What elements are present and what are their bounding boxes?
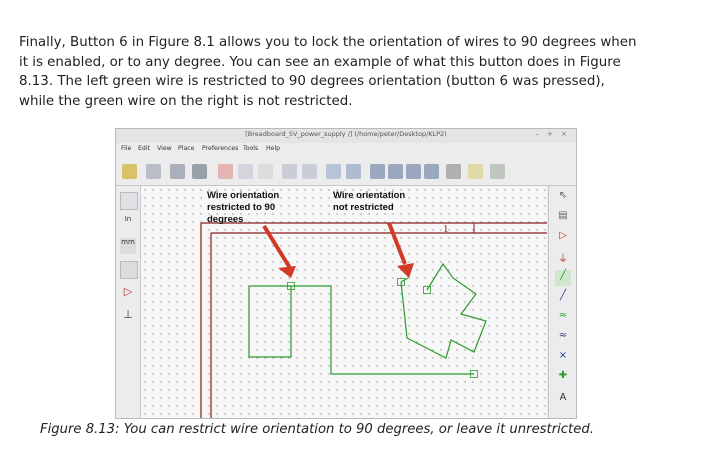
hidden-pins-icon[interactable]: ▷ (120, 284, 136, 300)
no-connect-glyph: × (558, 350, 568, 361)
right-arrow-head (397, 263, 414, 278)
right-toolbar: ⇖ ▤ ▷ ⏚ ╱ ╱ ≈ ≈ × ✚ A (548, 186, 576, 418)
find-icon[interactable] (326, 164, 341, 179)
main-toolbar (116, 160, 576, 186)
text-tool-glyph: A (559, 392, 567, 403)
right-annotation-line2: not restricted (333, 202, 394, 213)
redo-icon[interactable] (302, 164, 317, 179)
window-title: [Breadboard_5V_power_supply /] (/home/pe… (245, 130, 447, 138)
units-mm-button[interactable]: mm (120, 238, 136, 254)
wire-orientation-icon[interactable]: ⊥ (120, 307, 136, 323)
select-arrow-icon[interactable]: ⇖ (555, 190, 571, 206)
left-arrow-shaft (262, 224, 292, 270)
zoom-in-icon[interactable] (370, 164, 385, 179)
units-inch-button[interactable]: In (120, 215, 136, 231)
place-wire-icon[interactable]: ╱ (555, 270, 571, 286)
place-bus-icon[interactable]: ╱ (555, 290, 571, 306)
menu-view[interactable]: View (157, 145, 172, 152)
copy-icon[interactable] (238, 164, 253, 179)
place-power-icon[interactable]: ⏚ (555, 250, 571, 266)
menu-file[interactable]: File (121, 145, 131, 152)
mm-label: mm (121, 238, 135, 246)
place-junction-icon[interactable]: ✚ (555, 370, 571, 386)
cursor-shape-icon[interactable] (120, 261, 138, 279)
left-annotation-line1: Wire orientation (207, 190, 279, 201)
right-annotation-line1: Wire orientation (333, 190, 405, 201)
find-replace-icon[interactable] (346, 164, 361, 179)
menu-help[interactable]: Help (266, 145, 280, 152)
undo-icon[interactable] (282, 164, 297, 179)
paragraph-line: Finally, Button 6 in Figure 8.1 allows y… (19, 35, 637, 50)
library-editor-icon[interactable] (468, 164, 483, 179)
bus-to-bus-entry-icon[interactable]: ≈ (555, 330, 571, 346)
eeschema-screenshot: [Breadboard_5V_power_supply /] (/home/pe… (115, 128, 577, 419)
hierarchy-icon[interactable] (446, 164, 461, 179)
place-component-icon[interactable]: ▷ (555, 230, 571, 246)
sheet-column-label: 1 (443, 223, 449, 235)
hierarchy-navigator-icon[interactable]: ▤ (555, 210, 571, 226)
zoom-out-icon[interactable] (388, 164, 403, 179)
body-paragraph: Finally, Button 6 in Figure 8.1 allows y… (19, 33, 689, 111)
left-annotation-line2: restricted to 90 (207, 202, 275, 213)
left-arrow-head (278, 266, 296, 278)
sheet-settings-icon[interactable] (146, 164, 161, 179)
grid-toggle-icon[interactable] (120, 192, 138, 210)
paste-icon[interactable] (258, 164, 273, 179)
inch-label: In (124, 215, 132, 223)
menu-edit[interactable]: Edit (138, 145, 150, 152)
left-annotation-line3: degrees (207, 214, 243, 225)
cut-icon[interactable] (218, 164, 233, 179)
unrestricted-wire[interactable] (400, 262, 487, 359)
left-toolbar: In mm ▷ ⊥ (116, 186, 141, 418)
paragraph-line: 8.13. The left green wire is restricted … (19, 74, 605, 89)
place-text-icon[interactable]: A (555, 392, 571, 408)
zoom-fit-icon[interactable] (424, 164, 439, 179)
menu-bar: File Edit View Place Preferences Tools H… (116, 145, 576, 157)
save-icon[interactable] (170, 164, 185, 179)
library-browser-icon[interactable] (490, 164, 505, 179)
menu-place[interactable]: Place (178, 145, 194, 152)
window-titlebar: [Breadboard_5V_power_supply /] (/home/pe… (116, 129, 576, 143)
zoom-redraw-icon[interactable] (406, 164, 421, 179)
wire-to-bus-entry-icon[interactable]: ≈ (555, 310, 571, 326)
no-connect-icon[interactable]: × (555, 350, 571, 366)
paragraph-line: while the green wire on the right is not… (19, 93, 353, 109)
right-arrow-shaft (387, 222, 407, 265)
schematic-canvas[interactable]: 1 Wire orientation restricted to 90 degr… (141, 186, 547, 418)
new-schematic-icon[interactable] (122, 164, 137, 179)
schematic-drawing: 1 Wire orientation restricted to 90 degr… (200, 190, 547, 418)
menu-tools[interactable]: Tools (243, 145, 258, 152)
paragraph-line: it is enabled, or to any degree. You can… (19, 54, 621, 70)
page-settings-icon[interactable] (192, 164, 207, 179)
menu-preferences[interactable]: Preferences (202, 145, 238, 152)
figure-caption: Figure 8.13: You can restrict wire orien… (40, 422, 594, 437)
window-controls[interactable]: – + × (535, 130, 570, 138)
restricted-wire[interactable] (248, 285, 474, 375)
